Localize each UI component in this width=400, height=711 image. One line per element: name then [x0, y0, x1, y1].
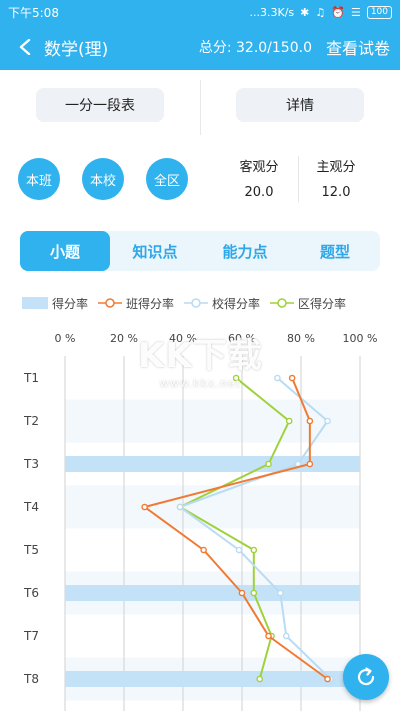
tab-ability[interactable]: 能力点 [200, 231, 290, 271]
total-score: 总分: 32.0/150.0 [198, 40, 312, 56]
y-tick-label: T5 [23, 543, 39, 557]
objective-score: 客观分 20.0 [219, 156, 299, 200]
chart-legend: 得分率 班得分率 校得分率 区得分率 [22, 294, 392, 312]
refresh-button[interactable] [343, 654, 389, 700]
point-district [285, 417, 293, 425]
y-tick-label: T3 [23, 457, 39, 471]
bluetooth-icon: ✱ [300, 5, 310, 19]
app-bar: 数学(理) 总分: 32.0/150.0 查看试卷 [0, 24, 400, 70]
tab-knowledge[interactable]: 知识点 [110, 231, 200, 271]
x-tick-label: 40 % [169, 332, 197, 345]
scope-class-button[interactable]: 本班 [18, 158, 60, 200]
y-tick-label: T7 [23, 629, 39, 643]
point-class [324, 675, 331, 683]
tab-question[interactable]: 小题 [20, 231, 110, 271]
point-class [288, 374, 296, 382]
wifi-icon: ☰ [350, 5, 361, 19]
legend-swatch-district [270, 298, 295, 308]
x-tick-label: 0 % [55, 332, 76, 345]
network-speed: ...3.3K/s [249, 5, 295, 19]
top-buttons: 一分一段表 详情 [0, 70, 400, 140]
point-school [176, 503, 184, 511]
battery-icon: 100 [366, 5, 392, 19]
legend-item: 得分率 [22, 295, 88, 312]
legend-swatch-bar [22, 297, 48, 309]
point-class [306, 460, 314, 468]
point-school [282, 632, 290, 640]
scope-row: 本班 本校 全区 客观分 20.0 主观分 12.0 [0, 150, 400, 210]
point-district [250, 589, 258, 597]
legend-swatch-school [184, 298, 209, 308]
scope-school-button[interactable]: 本校 [82, 158, 124, 200]
refresh-icon [357, 667, 375, 686]
point-class [238, 589, 246, 597]
legend-label: 校得分率 [212, 296, 261, 311]
x-tick-label: 80 % [287, 332, 315, 345]
legend-label: 区得分率 [298, 296, 347, 311]
point-district [250, 546, 258, 554]
row-stripe [65, 614, 360, 658]
objective-label: 客观分 [239, 160, 279, 175]
point-class [200, 546, 207, 554]
y-tick-label: T1 [23, 371, 39, 385]
point-district [232, 374, 240, 382]
legend-label: 班得分率 [126, 296, 175, 311]
status-time: 下午5:08 [8, 5, 59, 20]
alarm-icon: ⏰ [331, 5, 345, 19]
row-stripe [65, 528, 360, 572]
chevron-left-icon [19, 39, 31, 55]
score-table-button[interactable]: 一分一段表 [36, 88, 164, 122]
point-district [265, 460, 272, 468]
point-district [256, 675, 264, 683]
legend-swatch-class [98, 298, 123, 308]
point-school [235, 546, 243, 554]
row-stripe [65, 356, 360, 400]
legend-item: 区得分率 [270, 295, 346, 312]
row-stripe [65, 399, 360, 443]
back-button[interactable] [12, 32, 38, 62]
point-school [324, 417, 331, 425]
analysis-tabs: 小题 知识点 能力点 题型 [20, 231, 380, 271]
x-tick-label: 100 % [343, 332, 378, 345]
scope-district-button[interactable]: 全区 [146, 158, 188, 200]
legend-item: 校得分率 [184, 295, 260, 312]
objective-value: 20.0 [244, 185, 274, 200]
subjective-value: 12.0 [321, 185, 351, 200]
point-school [277, 589, 284, 597]
y-tick-label: T8 [23, 672, 39, 686]
divider [200, 80, 201, 135]
y-tick-label: T2 [23, 414, 39, 428]
point-class [265, 632, 272, 640]
page-title: 数学(理) [44, 39, 109, 60]
point-school [274, 374, 281, 382]
x-tick-label: 20 % [110, 332, 138, 345]
bar [65, 671, 360, 687]
tab-type[interactable]: 题型 [290, 231, 380, 271]
point-class [306, 417, 314, 425]
subjective-score: 主观分 12.0 [296, 156, 376, 200]
status-bar: 下午5:08 ...3.3K/s ✱ ♫ ⏰ ☰ 100 [0, 0, 400, 24]
point-class [141, 503, 148, 511]
app-screen: 下午5:08 ...3.3K/s ✱ ♫ ⏰ ☰ 100 数学(理) 总分: 3… [0, 0, 400, 711]
subjective-label: 主观分 [316, 160, 356, 175]
legend-label: 得分率 [52, 296, 89, 311]
legend-item: 班得分率 [98, 295, 174, 312]
y-tick-label: T6 [23, 586, 39, 600]
bar [65, 585, 360, 601]
bar [65, 456, 360, 472]
x-tick-label: 60 % [228, 332, 256, 345]
mute-icon: ♫ [315, 5, 326, 19]
score-rate-chart: 0 % 20 % 40 % 60 % 80 % 100 % T1 T2 T3 T4 T5 T6 T7 T8 [23, 332, 378, 711]
y-tick-label: T4 [23, 500, 39, 514]
details-button[interactable]: 详情 [236, 88, 364, 122]
view-paper-button[interactable]: 查看试卷 [326, 35, 390, 59]
